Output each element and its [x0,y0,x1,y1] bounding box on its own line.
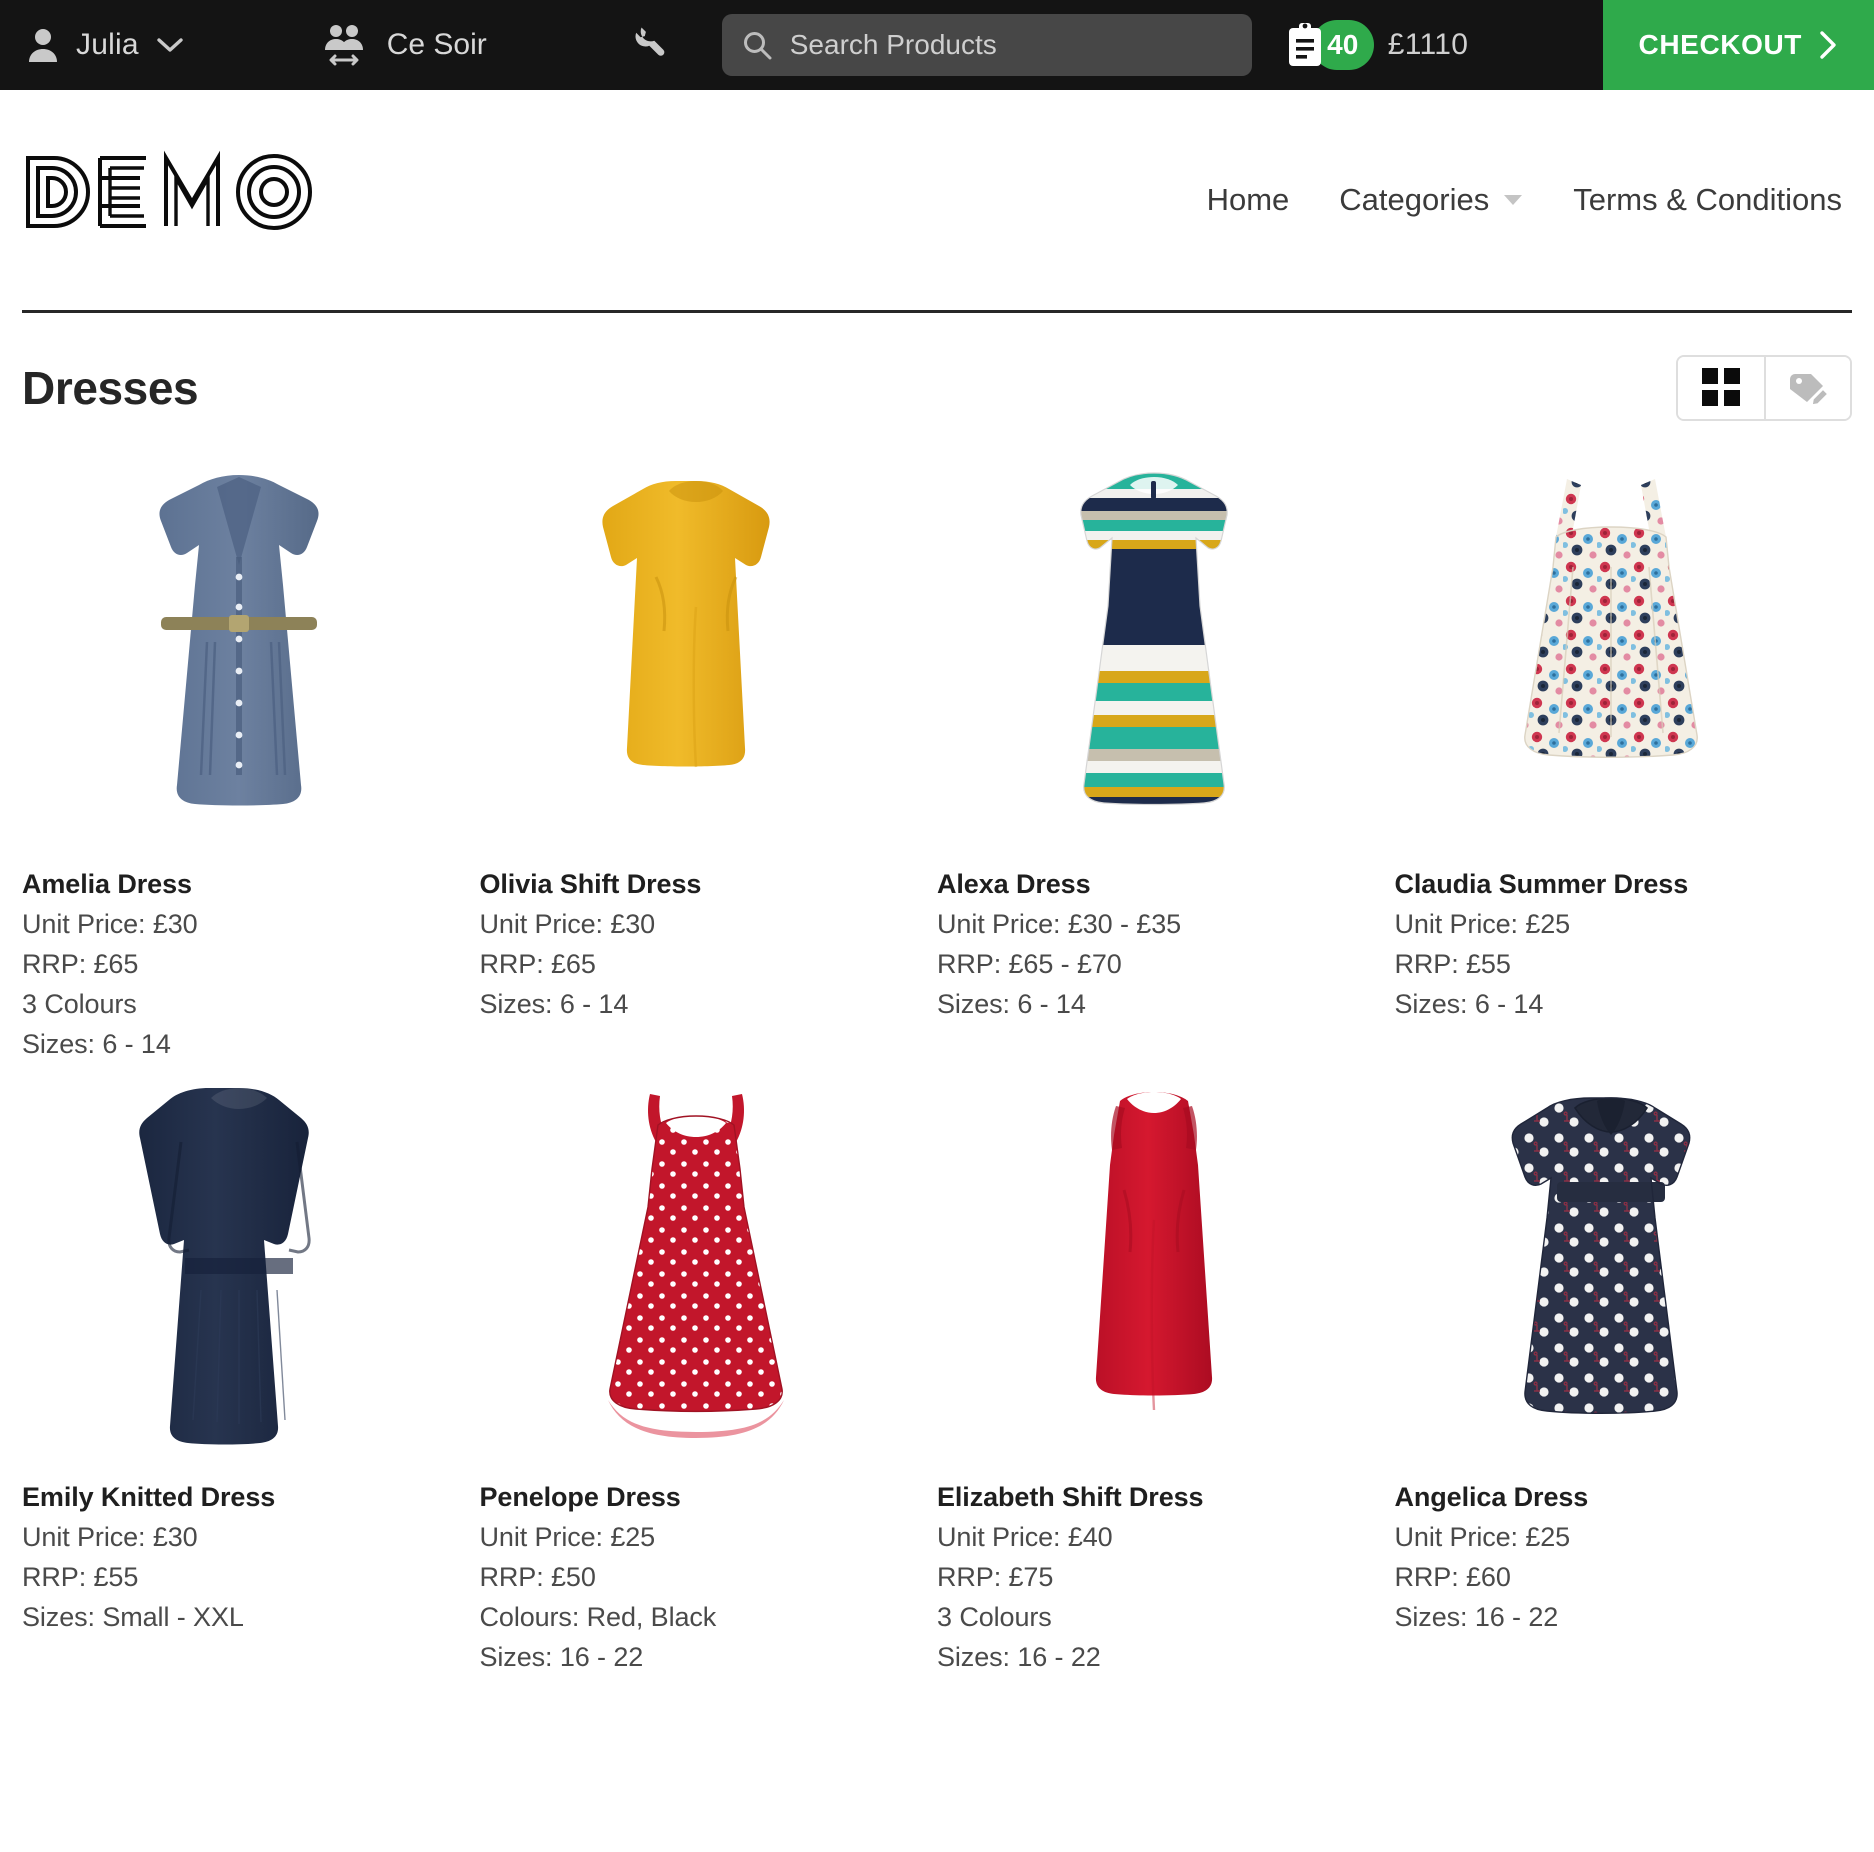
product-rrp: RRP: £60 [1394,1562,1511,1592]
tag-edit-view-button[interactable] [1764,357,1850,419]
nav-item-terms-and-conditions[interactable]: Terms & Conditions [1573,182,1842,218]
product-name: Angelica Dress [1394,1482,1589,1512]
product-name: Claudia Summer Dress [1394,869,1689,899]
view-toggle-group [1676,355,1852,421]
product-rrp: RRP: £55 [22,1562,139,1592]
product-unit-price: Unit Price: £30 [479,909,656,939]
product-card[interactable]: Emily Knitted Dress Unit Price: £30 RRP:… [22,1060,480,1673]
product-sizes: Sizes: 6 - 14 [1394,989,1544,1019]
nav-item-label: Home [1206,182,1290,217]
product-rrp: RRP: £65 [22,949,139,979]
page-title: Dresses [22,362,199,414]
user-menu[interactable]: Julia [28,28,183,62]
product-rrp: RRP: £75 [937,1562,1054,1592]
nav-item-home[interactable]: Home [1207,182,1290,218]
wrench-icon [625,24,667,66]
product-sizes: Sizes: 6 - 14 [937,989,1086,1019]
product-image[interactable] [479,1060,913,1460]
product-sizes: Sizes: 6 - 14 [479,989,629,1019]
product-image[interactable] [1394,1060,1828,1460]
product-card[interactable]: Elizabeth Shift Dress Unit Price: £40 RR… [937,1060,1395,1673]
product-sizes: Sizes: 16 - 22 [937,1642,1101,1672]
product-card[interactable]: Amelia Dress Unit Price: £30 RRP: £65 3 … [22,447,480,1060]
tag-pencil-icon [1786,367,1830,410]
product-image[interactable] [22,447,456,847]
page-title-row: Dresses [0,313,1874,421]
logo[interactable] [22,150,322,250]
product-unit-price: Unit Price: £25 [1394,909,1571,939]
search-icon [742,30,772,60]
product-unit-price: Unit Price: £40 [937,1522,1113,1552]
product-name: Alexa Dress [937,869,1091,899]
people-switch-icon [321,24,367,66]
product-name: Olivia Shift Dress [479,869,702,899]
chevron-right-icon [1818,30,1838,60]
settings-button[interactable] [625,24,667,66]
product-unit-price: Unit Price: £30 [22,909,198,939]
product-image[interactable] [479,447,913,847]
product-sizes: Sizes: 6 - 14 [22,1029,171,1059]
main-navigation: Home Categories Terms & Conditions [1207,182,1852,218]
product-sizes: Sizes: 16 - 22 [1394,1602,1559,1632]
product-rrp: RRP: £50 [479,1562,596,1592]
product-card[interactable]: Olivia Shift Dress Unit Price: £30 RRP: … [479,447,938,1060]
checkout-label: CHECKOUT [1638,29,1802,60]
product-sizes: Sizes: 16 - 22 [479,1642,644,1672]
product-colours: 3 Colours [937,1602,1052,1632]
product-image[interactable] [937,1060,1371,1460]
product-rrp: RRP: £55 [1394,949,1511,979]
product-image[interactable] [1394,447,1828,847]
top-bar: Julia Ce Soir Search Products 40 £1110 C… [0,0,1874,90]
nav-item-label: Terms & Conditions [1573,182,1842,217]
product-rrp: RRP: £65 [479,949,596,979]
person-icon [28,28,58,62]
product-name: Amelia Dress [22,869,192,899]
product-unit-price: Unit Price: £25 [1394,1522,1571,1552]
product-card[interactable]: Penelope Dress Unit Price: £25 RRP: £50 … [479,1060,938,1673]
product-image[interactable] [22,1060,456,1460]
search-box[interactable] [721,14,1252,76]
product-unit-price: Unit Price: £30 - £35 [937,909,1182,939]
cart-summary[interactable]: 40 £1110 [1286,20,1468,70]
nav-item-label: Categories [1339,182,1490,217]
chevron-down-icon [157,37,183,53]
checkout-button[interactable]: CHECKOUT [1602,0,1874,90]
product-card[interactable]: Alexa Dress Unit Price: £30 - £35 RRP: £… [937,447,1395,1060]
grid-view-button[interactable] [1678,357,1764,419]
product-card[interactable]: Claudia Summer Dress Unit Price: £25 RRP… [1394,447,1853,1060]
clipboard-order-icon [1286,22,1324,68]
product-colours: 3 Colours [22,989,137,1019]
product-name: Penelope Dress [479,1482,681,1512]
product-sizes: Sizes: Small - XXL [22,1602,244,1632]
search-input[interactable] [789,29,1232,61]
product-unit-price: Unit Price: £30 [22,1522,198,1552]
product-name: Emily Knitted Dress [22,1482,276,1512]
chevron-down-icon [1503,194,1523,206]
product-colours: Colours: Red, Black [479,1602,717,1632]
user-name: Julia [76,28,139,61]
product-rrp: RRP: £65 - £70 [937,949,1122,979]
site-header: Home Categories Terms & Conditions [0,90,1874,310]
product-name: Elizabeth Shift Dress [937,1482,1204,1512]
team-switcher[interactable]: Ce Soir [321,24,487,66]
nav-item-categories[interactable]: Categories [1339,182,1523,218]
product-card[interactable]: Angelica Dress Unit Price: £25 RRP: £60 … [1394,1060,1853,1673]
cart-total: £1110 [1387,28,1469,61]
product-image[interactable] [937,447,1371,847]
team-name: Ce Soir [386,28,487,61]
product-grid: Amelia Dress Unit Price: £30 RRP: £65 3 … [0,421,1874,1673]
grid-icon [1702,367,1740,409]
product-unit-price: Unit Price: £25 [479,1522,656,1552]
